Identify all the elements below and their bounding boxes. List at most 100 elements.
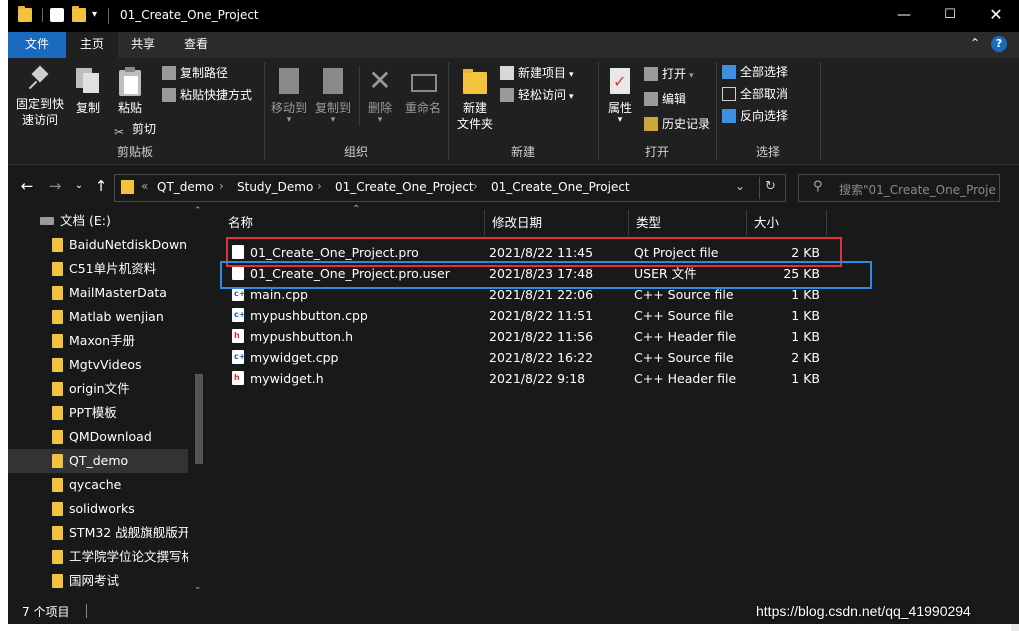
- sidebar-item-label: Maxon手册: [69, 333, 136, 348]
- file-name: mywidget.cpp: [250, 350, 339, 365]
- tab-home[interactable]: 主页: [66, 32, 118, 58]
- breadcrumb-item[interactable]: Study_Demo: [237, 180, 313, 194]
- file-row[interactable]: c+ mywidget.cpp 2021/8/22 16:22 C++ Source …: [222, 347, 832, 368]
- open-group: ✓ 属性 ▾ 打开 ▾ 编辑 历史记录 打开: [600, 58, 714, 164]
- sidebar-item-drive[interactable]: 文档 (E:): [8, 209, 188, 233]
- cut-button[interactable]: ✂ 剪切: [114, 119, 156, 139]
- sidebar-item-folder[interactable]: PPT模板: [8, 401, 188, 425]
- file-row[interactable]: h mywidget.h 2021/8/22 9:18 C++ Header file…: [222, 368, 832, 389]
- new-folder-button[interactable]: 新建 文件夹: [454, 66, 496, 132]
- move-to-icon: [275, 66, 303, 96]
- invert-selection-button[interactable]: 反向选择: [722, 106, 788, 126]
- sidebar-item-folder[interactable]: QT_demo: [8, 449, 188, 473]
- scroll-down-icon[interactable]: ⌄: [194, 582, 202, 592]
- close-button[interactable]: ✕: [973, 0, 1019, 32]
- sidebar-item-folder[interactable]: 工学院学位论文撰写格: [8, 545, 188, 569]
- easy-access-button[interactable]: 轻松访问 ▾: [500, 85, 574, 105]
- open-icon: [644, 67, 658, 81]
- tab-share[interactable]: 共享: [118, 32, 168, 58]
- rename-button[interactable]: 重命名: [402, 66, 444, 116]
- properties-check-icon[interactable]: [50, 8, 64, 22]
- properties-check-icon: ✓: [606, 66, 634, 96]
- maximize-button[interactable]: ☐: [927, 0, 973, 32]
- tab-view[interactable]: 查看: [168, 32, 224, 58]
- minimize-button[interactable]: —: [881, 0, 927, 32]
- sidebar-item-folder[interactable]: Matlab wenjian: [8, 305, 188, 329]
- history-button[interactable]: 历史记录: [644, 114, 710, 134]
- breadcrumb-separator-icon[interactable]: ›: [317, 179, 322, 193]
- scrollbar-thumb[interactable]: [195, 374, 203, 464]
- new-folder-icon[interactable]: [72, 6, 86, 22]
- copy-path-button[interactable]: 复制路径: [162, 63, 228, 83]
- folder-icon: [52, 286, 63, 300]
- address-dropdown-chevron-icon[interactable]: ⌄: [735, 179, 745, 193]
- collapse-ribbon-icon[interactable]: ⌃: [970, 36, 980, 50]
- refresh-icon[interactable]: ↻: [765, 179, 776, 194]
- history-label: 历史记录: [662, 117, 711, 131]
- sidebar-item-label: Matlab wenjian: [69, 309, 164, 324]
- sidebar-item-folder[interactable]: Maxon手册: [8, 329, 188, 353]
- sidebar-item-folder[interactable]: C51单片机资料: [8, 257, 188, 281]
- folder-icon: [52, 454, 63, 468]
- sidebar-item-folder[interactable]: qycache: [8, 473, 188, 497]
- breadcrumb-separator-icon[interactable]: ›: [219, 179, 224, 193]
- file-size: 1 KB: [791, 371, 820, 386]
- scroll-up-icon[interactable]: ⌃: [194, 206, 202, 216]
- breadcrumb-item[interactable]: 01_Create_One_Project: [491, 180, 630, 194]
- open-button[interactable]: 打开 ▾: [644, 64, 694, 84]
- tab-file[interactable]: 文件: [8, 32, 66, 58]
- sidebar-item-folder[interactable]: QMDownload: [8, 425, 188, 449]
- sidebar-item-folder[interactable]: MgtvVideos: [8, 353, 188, 377]
- sidebar-item-folder[interactable]: 国网考试: [8, 569, 188, 593]
- edit-button[interactable]: 编辑: [644, 89, 686, 109]
- new-item-button[interactable]: 新建项目 ▾: [500, 63, 574, 83]
- sidebar-item-folder[interactable]: origin文件: [8, 377, 188, 401]
- move-to-label: 移动到: [270, 101, 307, 115]
- copy-button[interactable]: 复制: [70, 66, 106, 116]
- back-arrow-icon[interactable]: ←: [16, 176, 38, 196]
- file-row[interactable]: c+ mypushbutton.cpp 2021/8/22 11:51 C++ Sou…: [222, 305, 832, 326]
- file-type: C++ Header file: [634, 329, 737, 344]
- sidebar-item-folder[interactable]: solidworks: [8, 497, 188, 521]
- edit-label: 编辑: [662, 92, 687, 106]
- ribbon-tabs: 文件 主页 共享 查看 ⌃ ?: [8, 32, 1019, 58]
- column-header-name[interactable]: 名称: [228, 211, 253, 235]
- delete-button[interactable]: ✕ 删除 ▾: [364, 66, 396, 125]
- column-header-size[interactable]: 大小: [754, 211, 779, 235]
- file-row[interactable]: h mypushbutton.h 2021/8/22 11:56 C++ Header…: [222, 326, 832, 347]
- properties-button[interactable]: ✓ 属性 ▾: [600, 66, 640, 125]
- pin-quick-access-button[interactable]: 固定到快 速访问: [14, 65, 66, 128]
- address-bar[interactable]: « QT_demo › Study_Demo › 01_Create_One_P…: [114, 174, 786, 202]
- breadcrumb-item[interactable]: 01_Create_One_Project: [335, 180, 474, 194]
- edit-icon: [644, 92, 658, 106]
- select-all-button[interactable]: 全部选择: [722, 62, 788, 82]
- sidebar-item-label: solidworks: [69, 501, 135, 516]
- breadcrumb-separator-icon[interactable]: ›: [473, 179, 478, 193]
- folder-icon: [52, 430, 63, 444]
- sidebar-item-folder[interactable]: BaiduNetdiskDownlo: [8, 233, 188, 257]
- help-icon[interactable]: ?: [991, 36, 1007, 52]
- sidebar-item-folder[interactable]: STM32 战舰旗舰版开发: [8, 521, 188, 545]
- column-header-modified[interactable]: 修改日期: [492, 211, 542, 235]
- divider: [86, 604, 87, 618]
- folder-icon: [52, 574, 63, 588]
- copy-to-button[interactable]: 复制到 ▾: [312, 66, 354, 125]
- divider: [42, 8, 43, 22]
- paste-shortcut-button[interactable]: 粘贴快捷方式: [162, 85, 252, 105]
- breadcrumb-item[interactable]: QT_demo: [157, 180, 214, 194]
- new-folder-label: 新建 文件夹: [456, 101, 493, 131]
- customize-toolbar-icon[interactable]: ▾: [92, 8, 106, 22]
- breadcrumb-overflow-icon[interactable]: «: [141, 179, 148, 193]
- search-placeholder: 搜索"01_Create_One_Proje...: [839, 183, 997, 197]
- move-to-button[interactable]: 移动到 ▾: [268, 66, 310, 125]
- paste-button[interactable]: 粘贴: [110, 66, 150, 116]
- column-header-type[interactable]: 类型: [636, 211, 661, 235]
- recent-locations-chevron-icon[interactable]: ⌄: [68, 176, 90, 196]
- select-none-button[interactable]: 全部取消: [722, 84, 788, 104]
- up-arrow-icon[interactable]: ↑: [90, 176, 112, 196]
- folder-icon: [18, 6, 32, 22]
- folder-icon: [52, 334, 63, 348]
- search-input[interactable]: ⚲ 搜索"01_Create_One_Proje...: [798, 174, 1000, 202]
- sidebar-item-folder[interactable]: MailMasterData: [8, 281, 188, 305]
- forward-arrow-icon[interactable]: →: [44, 176, 66, 196]
